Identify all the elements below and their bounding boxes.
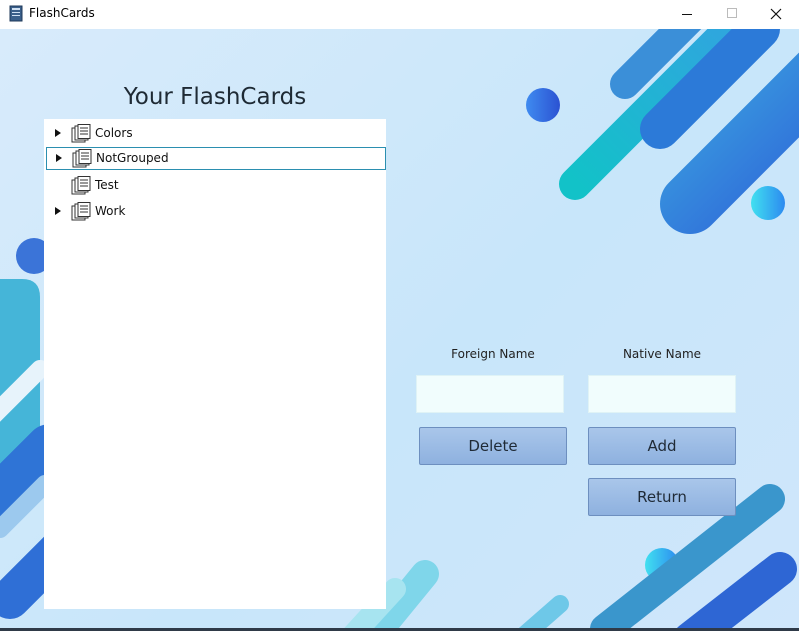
cards-stack-icon bbox=[71, 124, 91, 143]
close-button[interactable] bbox=[753, 0, 799, 29]
tree-item-test[interactable]: Test bbox=[44, 174, 386, 197]
foreign-name-label: Foreign Name bbox=[451, 347, 535, 361]
tree-item-work[interactable]: Work bbox=[44, 200, 386, 223]
minimize-icon bbox=[682, 14, 692, 15]
page-title: Your FlashCards bbox=[123, 84, 307, 110]
tree-item-label: NotGrouped bbox=[96, 151, 169, 165]
close-icon bbox=[770, 8, 782, 20]
foreign-name-input[interactable] bbox=[416, 375, 564, 413]
expand-arrow-icon[interactable] bbox=[55, 207, 61, 215]
return-button[interactable]: Return bbox=[588, 478, 736, 516]
tree-item-label: Work bbox=[95, 204, 126, 218]
expand-arrow-icon[interactable] bbox=[56, 154, 62, 162]
cards-stack-icon bbox=[71, 176, 91, 195]
tree-item-label: Test bbox=[95, 178, 119, 192]
window-title: FlashCards bbox=[29, 6, 95, 20]
add-button[interactable]: Add bbox=[588, 427, 736, 465]
tree-item-colors[interactable]: Colors bbox=[44, 122, 386, 145]
maximize-icon bbox=[727, 8, 737, 18]
flashcards-app-icon bbox=[9, 5, 23, 22]
expand-arrow-icon[interactable] bbox=[55, 129, 61, 137]
native-name-input[interactable] bbox=[588, 375, 736, 413]
maximize-button[interactable] bbox=[709, 0, 755, 29]
tree-item-label: Colors bbox=[95, 126, 133, 140]
title-bar: FlashCards bbox=[0, 0, 799, 29]
cards-stack-icon bbox=[72, 149, 92, 168]
tree-item-notgrouped[interactable]: NotGrouped bbox=[46, 147, 386, 170]
cards-stack-icon bbox=[71, 202, 91, 221]
flashcard-group-tree[interactable]: Colors NotGrouped Test Work bbox=[44, 119, 386, 609]
main-area: Your FlashCards Colors NotGrouped Test W… bbox=[0, 29, 799, 628]
native-name-label: Native Name bbox=[622, 347, 702, 361]
delete-button[interactable]: Delete bbox=[419, 427, 567, 465]
minimize-button[interactable] bbox=[664, 0, 710, 29]
